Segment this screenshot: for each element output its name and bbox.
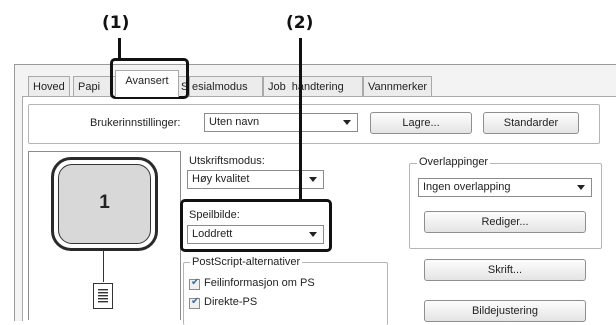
overlays-value: Ingen overlapping bbox=[423, 181, 511, 193]
page-preview: 1 bbox=[58, 164, 151, 244]
chevron-down-icon bbox=[343, 120, 351, 125]
tab-vannmerker[interactable]: Vannmerker bbox=[363, 76, 433, 96]
tab-spesialmodus[interactable]: esialmodus bbox=[189, 76, 263, 96]
callout-2-pointer bbox=[299, 38, 302, 201]
callout-1-pointer bbox=[118, 38, 121, 60]
callout-2-highlight bbox=[180, 199, 332, 252]
tab-avansert[interactable]: Avansert bbox=[115, 70, 179, 97]
tab-hoved[interactable]: Hoved bbox=[28, 76, 70, 96]
user-settings-value: Uten navn bbox=[209, 116, 260, 128]
save-button[interactable]: Lagre... bbox=[370, 112, 472, 134]
direct-ps-checkbox[interactable]: ✔ bbox=[189, 296, 200, 309]
print-mode-select[interactable]: Høy kvalitet bbox=[187, 170, 324, 189]
ps-error-info-label: Feilinformasjon om PS bbox=[204, 277, 315, 289]
callout-1: (1) bbox=[102, 13, 130, 33]
user-settings-select[interactable]: Uten navn bbox=[204, 113, 358, 132]
overlays-select[interactable]: Ingen overlapping bbox=[418, 178, 592, 197]
overlays-group bbox=[409, 163, 602, 249]
image-adjustment-button[interactable]: Bildejustering bbox=[424, 300, 586, 322]
font-button[interactable]: Skrift... bbox=[424, 259, 586, 281]
direct-ps-label: Direkte-PS bbox=[204, 296, 258, 308]
tab-jobbhandtering-start: Job bbox=[268, 81, 286, 93]
ps-error-info-checkbox[interactable]: ✔ bbox=[189, 277, 200, 290]
edit-overlay-button[interactable]: Rediger... bbox=[424, 211, 586, 233]
postscript-options-label: PostScript-alternativer bbox=[190, 256, 303, 268]
checkmark-icon: ✔ bbox=[191, 277, 200, 288]
document-lines-icon bbox=[98, 289, 108, 303]
postscript-options-group bbox=[183, 262, 388, 325]
overlays-label: Overlappinger bbox=[417, 156, 491, 168]
callout-2: (2) bbox=[286, 13, 314, 33]
page-number: 1 bbox=[99, 192, 110, 213]
checkmark-icon: ✔ bbox=[191, 296, 200, 307]
tab-jobbhandtering[interactable]: Job håndtering bbox=[263, 76, 363, 96]
chevron-down-icon bbox=[309, 177, 317, 182]
print-mode-value: Høy kvalitet bbox=[192, 173, 250, 185]
document-icon bbox=[93, 283, 113, 309]
user-settings-label: Brukerinnstillinger: bbox=[90, 117, 181, 129]
tab-jobbhandtering-end: håndtering bbox=[291, 81, 344, 93]
preview-connector-line bbox=[103, 251, 104, 282]
print-mode-label: Utskriftsmodus: bbox=[189, 155, 265, 167]
chevron-down-icon bbox=[577, 185, 585, 190]
defaults-button[interactable]: Standarder bbox=[483, 112, 579, 134]
